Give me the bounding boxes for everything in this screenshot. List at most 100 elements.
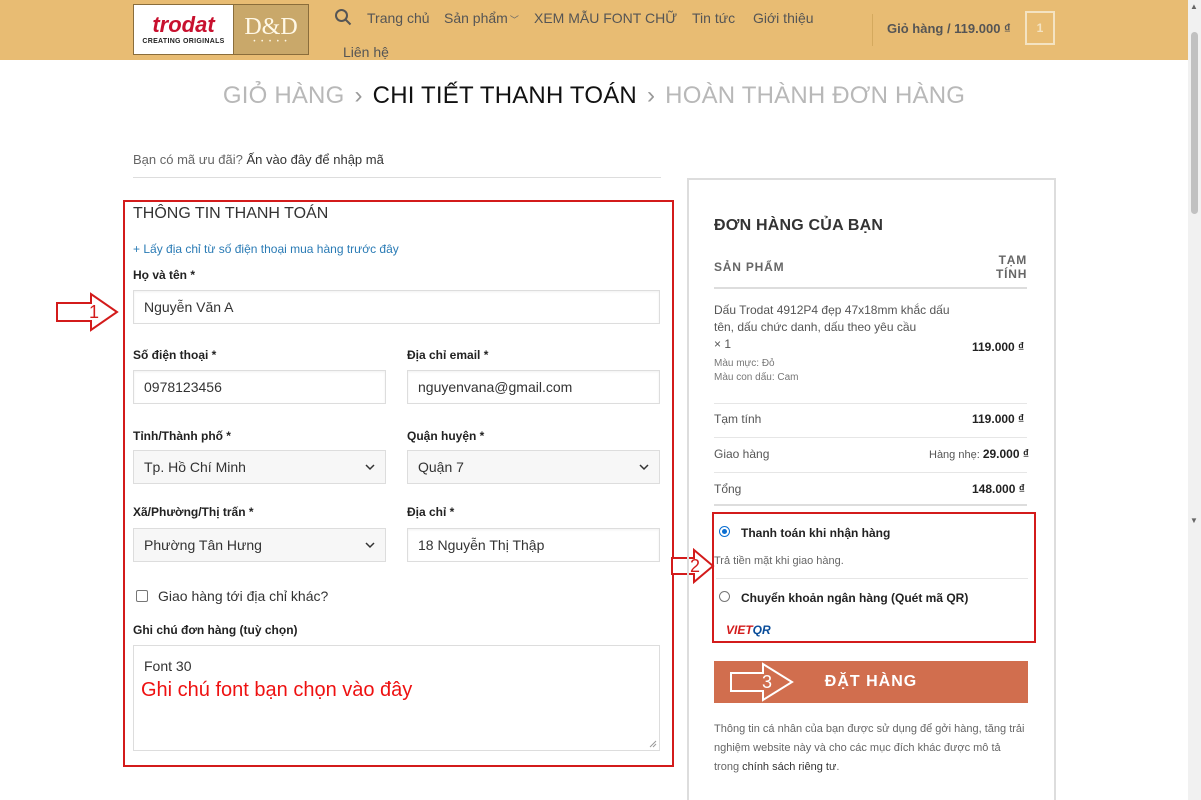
bank-transfer-label[interactable]: Chuyển khoản ngân hàng (Quét mã QR)	[741, 591, 968, 605]
ward-value: Phường Tân Hưng	[144, 537, 262, 553]
district-value: Quận 7	[418, 459, 464, 475]
nav-about[interactable]: Giới thiệu	[753, 10, 814, 26]
cod-label[interactable]: Thanh toán khi nhận hàng	[741, 526, 890, 540]
ward-select[interactable]: Phường Tân Hưng	[133, 528, 386, 562]
ship-different-label: Giao hàng tới địa chỉ khác?	[158, 588, 329, 604]
coupon-prompt: Bạn có mã ưu đãi?	[133, 152, 243, 167]
scroll-down-icon[interactable]: ▼	[1190, 516, 1198, 525]
email-field[interactable]: nguyenvana@gmail.com	[407, 370, 660, 404]
annotation-arrow-icon	[56, 292, 119, 332]
scroll-thumb[interactable]	[1191, 32, 1198, 214]
privacy-notice: Thông tin cá nhân của bạn được sử dụng đ…	[714, 720, 1028, 777]
logo-brand: trodat	[152, 12, 215, 37]
coupon-link[interactable]: Ấn vào đây để nhập mã	[247, 152, 384, 167]
col-subtotal-line2: TÍNH	[996, 267, 1028, 281]
city-label: Tỉnh/Thành phố *	[133, 429, 231, 443]
variation-stamp: Màu con dấu: Cam	[714, 372, 799, 383]
vietqr-viet: VIET	[726, 623, 753, 637]
cart-link[interactable]: Giỏ hàng / 119.000 ₫	[887, 21, 1011, 36]
address-label: Địa chỉ *	[407, 505, 455, 519]
dd-logo: D&D • • • • •	[234, 5, 308, 54]
name-field[interactable]: Nguyễn Văn A	[133, 290, 660, 324]
chevron-down-icon	[639, 464, 649, 471]
divider	[716, 578, 1028, 579]
breadcrumb-cart[interactable]: GIỎ HÀNG	[223, 82, 345, 109]
divider	[714, 287, 1027, 289]
bank-transfer-radio[interactable]	[719, 591, 730, 602]
product-price: 119.000 ₫	[972, 340, 1025, 354]
product-name: Dấu Trodat 4912P4 đẹp 47x18mm khắc dấu t…	[714, 302, 954, 353]
nav-products[interactable]: Sản phẩm ﹀	[444, 10, 519, 26]
breadcrumb-complete: HOÀN THÀNH ĐƠN HÀNG	[665, 82, 966, 109]
privacy-end: .	[836, 761, 840, 773]
site-header: trodat CREATING ORIGINALS D&D • • • • • …	[0, 0, 1188, 60]
ink-label: Màu mực:	[714, 358, 760, 369]
vietqr-qr: QR	[752, 623, 771, 637]
annotation-number: 3	[762, 672, 773, 692]
name-label: Họ và tên *	[133, 268, 196, 282]
ship-different-checkbox[interactable]	[136, 590, 148, 602]
cod-radio[interactable]	[719, 526, 730, 537]
logo-dd-text: D&D	[244, 13, 298, 40]
nav-contact[interactable]: Liên hệ	[343, 44, 389, 60]
privacy-policy-link[interactable]: chính sách riêng tư	[742, 761, 836, 773]
breadcrumb-checkout: CHI TIẾT THANH TOÁN	[372, 82, 637, 109]
subtotal-label: Tạm tính	[714, 412, 762, 426]
notes-value: Font 30	[144, 658, 192, 674]
order-title: ĐƠN HÀNG CỦA BẠN	[714, 217, 884, 234]
search-icon[interactable]	[334, 8, 352, 26]
cod-description: Trả tiền mặt khi giao hàng.	[714, 555, 844, 567]
stamp-value: Cam	[777, 372, 799, 383]
col-product: SẢN PHẨM	[714, 260, 785, 274]
site-logo[interactable]: trodat CREATING ORIGINALS D&D • • • • •	[133, 4, 309, 55]
address-field[interactable]: 18 Nguyễn Thị Thập	[407, 528, 660, 562]
header-divider	[872, 14, 873, 46]
annotation-number: 1	[89, 302, 100, 322]
ink-value: Đỏ	[761, 358, 775, 369]
nav-home[interactable]: Trang chủ	[367, 10, 430, 26]
ward-label: Xã/Phường/Thị trấn *	[133, 505, 254, 519]
divider	[714, 504, 1027, 506]
place-order-label: ĐẶT HÀNG	[824, 673, 918, 690]
product-title: Dấu Trodat 4912P4 đẹp 47x18mm khắc dấu t…	[714, 303, 950, 334]
nav-font-samples[interactable]: XEM MẪU FONT CHỮ	[534, 10, 677, 26]
divider	[714, 437, 1027, 438]
chevron-down-icon	[365, 542, 375, 549]
billing-title: THÔNG TIN THANH TOÁN	[133, 205, 329, 222]
prev-address-link[interactable]: + Lấy địa chỉ từ số điện thoại mua hàng …	[133, 242, 399, 256]
total-label: Tổng	[714, 482, 742, 496]
divider	[714, 403, 1027, 404]
variation-ink: Màu mực: Đỏ	[714, 358, 775, 369]
shipping-price: 29.000 ₫	[982, 447, 1030, 461]
ship-different-address[interactable]: Giao hàng tới địa chỉ khác?	[136, 588, 328, 604]
vietqr-logo: VIETQR	[726, 623, 771, 637]
chevron-down-icon	[365, 464, 375, 471]
breadcrumb-separator: ›	[646, 82, 656, 109]
col-subtotal: TẠM TÍNH	[996, 253, 1027, 281]
resize-grip-icon[interactable]	[649, 740, 657, 748]
chevron-down-icon: ﹀	[509, 15, 519, 25]
shipping-method: Hàng nhẹ:	[929, 449, 980, 461]
phone-field[interactable]: 0978123456	[133, 370, 386, 404]
phone-label: Số điện thoại *	[133, 348, 217, 362]
email-label: Địa chỉ email *	[407, 348, 489, 362]
city-select[interactable]: Tp. Hồ Chí Minh	[133, 450, 386, 484]
subtotal-value: 119.000 ₫	[972, 412, 1025, 426]
scroll-up-icon[interactable]: ▲	[1190, 2, 1198, 11]
nav-news[interactable]: Tin tức	[692, 10, 735, 26]
product-qty: × 1	[714, 337, 732, 351]
district-label: Quận huyện *	[407, 429, 485, 443]
col-subtotal-line1: TẠM	[998, 253, 1027, 267]
nav-products-label: Sản phẩm	[444, 10, 508, 26]
page-scrollbar[interactable]: ▲ ▼	[1188, 0, 1201, 800]
coupon-notice: Bạn có mã ưu đãi? Ấn vào đây để nhập mã	[133, 152, 384, 167]
cart-count-badge[interactable]: 1	[1025, 11, 1055, 45]
logo-dots: • • • • •	[253, 38, 289, 45]
trodat-logo: trodat CREATING ORIGINALS	[134, 5, 234, 54]
shipping-label: Giao hàng	[714, 447, 770, 461]
stamp-label: Màu con dấu:	[714, 372, 775, 383]
shipping-value: Hàng nhẹ: 29.000 ₫	[929, 447, 1029, 461]
district-select[interactable]: Quận 7	[407, 450, 660, 484]
logo-tagline: CREATING ORIGINALS	[142, 38, 225, 45]
checkout-breadcrumb: GIỎ HÀNG › CHI TIẾT THANH TOÁN › HOÀN THÀNH …	[0, 82, 1188, 110]
